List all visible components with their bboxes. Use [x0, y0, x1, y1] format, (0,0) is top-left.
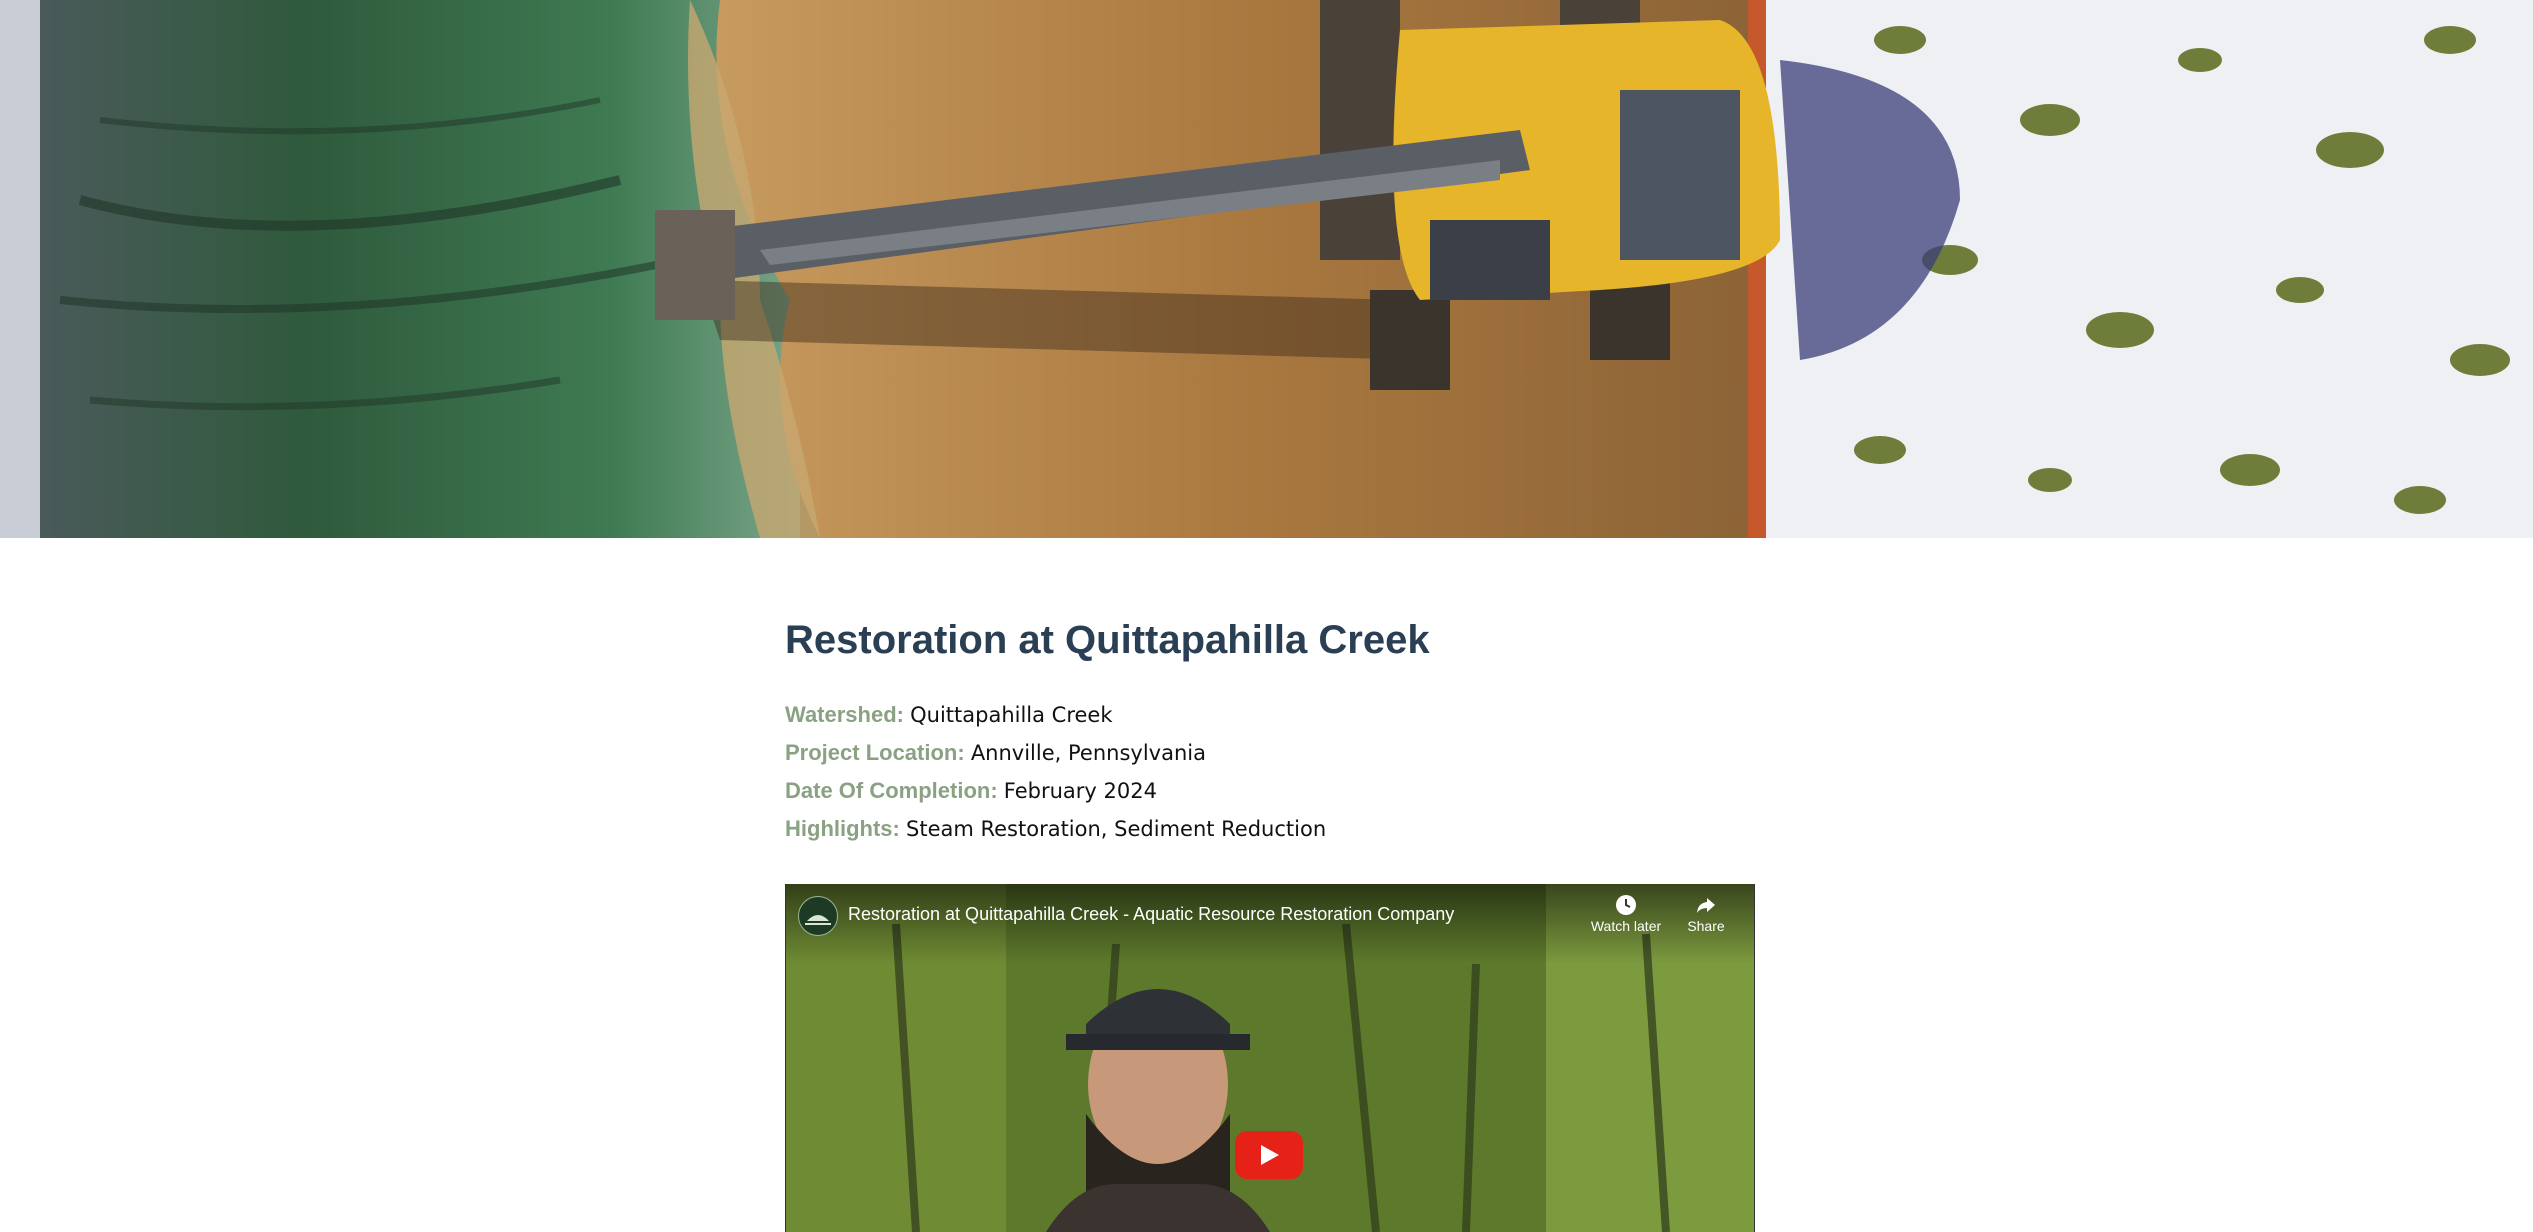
channel-logo-icon[interactable]	[798, 896, 838, 936]
meta-label: Watershed:	[785, 702, 904, 727]
meta-label: Project Location:	[785, 740, 965, 765]
page-title: Restoration at Quittapahilla Creek	[785, 618, 1430, 662]
video-topbar: Restoration at Quittapahilla Creek - Aqu…	[786, 884, 1754, 964]
video-embed[interactable]: Restoration at Quittapahilla Creek - Aqu…	[785, 884, 1755, 1232]
play-button[interactable]	[1235, 1131, 1303, 1179]
meta-row-highlights: Highlights: Steam Restoration, Sediment …	[785, 810, 1753, 848]
meta-row-location: Project Location: Annville, Pennsylvania	[785, 734, 1753, 772]
hero-image	[0, 0, 2533, 538]
meta-row-completion-date: Date Of Completion: February 2024	[785, 772, 1753, 810]
share-label: Share	[1687, 918, 1725, 934]
clock-icon	[1616, 895, 1636, 915]
meta-row-watershed: Watershed: Quittapahilla Creek	[785, 696, 1753, 734]
meta-label: Highlights:	[785, 816, 900, 841]
project-details: Restoration at Quittapahilla Creek Water…	[785, 610, 1753, 848]
meta-value: Annville, Pennsylvania	[970, 741, 1206, 765]
meta-value: Steam Restoration, Sediment Reduction	[906, 817, 1327, 841]
meta-value: February 2024	[1003, 779, 1157, 803]
watch-later-button[interactable]: Watch later	[1586, 894, 1666, 934]
video-title[interactable]: Restoration at Quittapahilla Creek - Aqu…	[848, 904, 1454, 925]
project-meta-list: Watershed: Quittapahilla Creek Project L…	[785, 696, 1753, 848]
play-icon	[1261, 1145, 1279, 1165]
meta-label: Date Of Completion:	[785, 778, 998, 803]
share-button[interactable]: Share	[1666, 894, 1746, 934]
meta-value: Quittapahilla Creek	[910, 703, 1113, 727]
share-arrow-icon	[1697, 898, 1715, 913]
watch-later-label: Watch later	[1590, 918, 1662, 934]
